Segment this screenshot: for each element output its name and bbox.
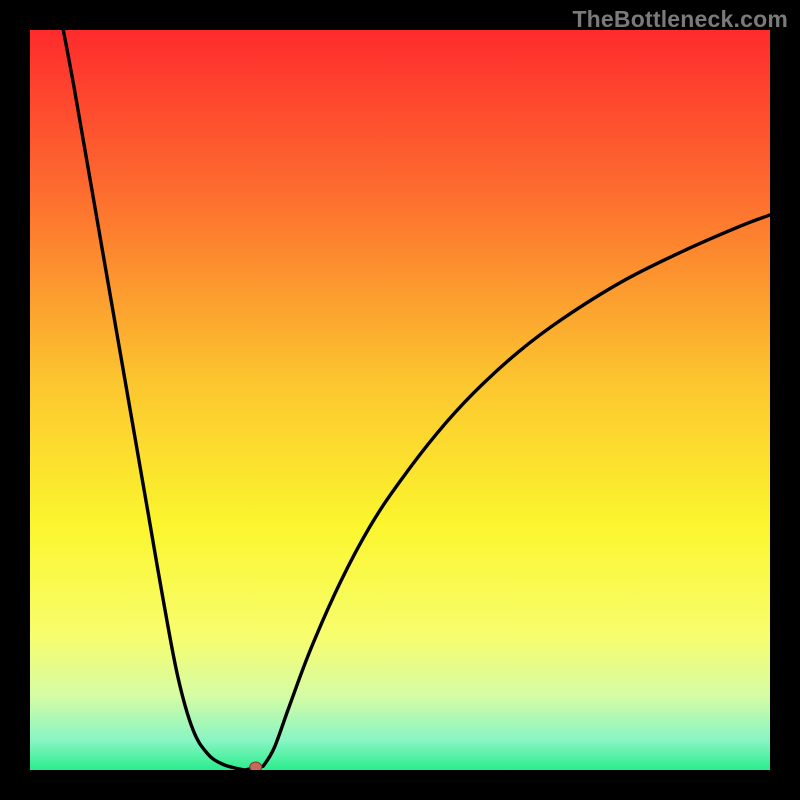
watermark-text: TheBottleneck.com (572, 6, 788, 33)
bottleneck-curve (30, 30, 770, 770)
chart-frame: TheBottleneck.com (0, 0, 800, 800)
plot-area (30, 30, 770, 770)
